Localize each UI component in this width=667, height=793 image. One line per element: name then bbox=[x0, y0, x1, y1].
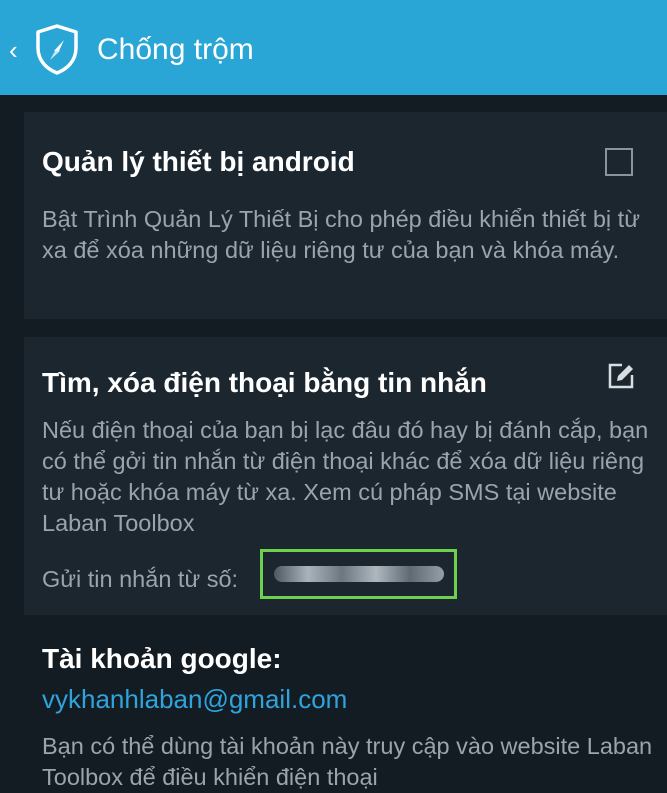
sender-number-field[interactable] bbox=[260, 549, 457, 599]
device-admin-card[interactable]: Quản lý thiết bị android Bật Trình Quản … bbox=[24, 112, 667, 319]
shield-compass-icon[interactable] bbox=[33, 23, 81, 75]
google-account-description: Bạn có thể dùng tài khoản này truy cập v… bbox=[42, 733, 653, 790]
sender-number-label: Gửi tin nhắn từ số: bbox=[42, 566, 239, 592]
sms-control-description: Nếu điện thoại của bạn bị lạc đâu đó hay… bbox=[42, 417, 649, 536]
chevron-left-icon[interactable]: ‹ bbox=[9, 37, 18, 63]
sms-control-card[interactable]: Tìm, xóa điện thoại bằng tin nhắn Nếu đi… bbox=[24, 337, 667, 615]
google-account-title: Tài khoản google: bbox=[42, 643, 282, 674]
sms-control-title: Tìm, xóa điện thoại bằng tin nhắn bbox=[42, 367, 487, 398]
device-admin-checkbox[interactable] bbox=[605, 148, 633, 176]
device-admin-title: Quản lý thiết bị android bbox=[42, 146, 355, 177]
app-bar: ‹ Chống trộm bbox=[0, 0, 667, 95]
device-admin-description: Bật Trình Quản Lý Thiết Bị cho phép điều… bbox=[42, 206, 640, 263]
blurred-phone-number bbox=[273, 566, 444, 582]
google-account-email[interactable]: vykhanhlaban@gmail.com bbox=[42, 684, 347, 715]
edit-pencil-icon[interactable] bbox=[606, 361, 636, 391]
page-title: Chống trộm bbox=[97, 33, 254, 66]
